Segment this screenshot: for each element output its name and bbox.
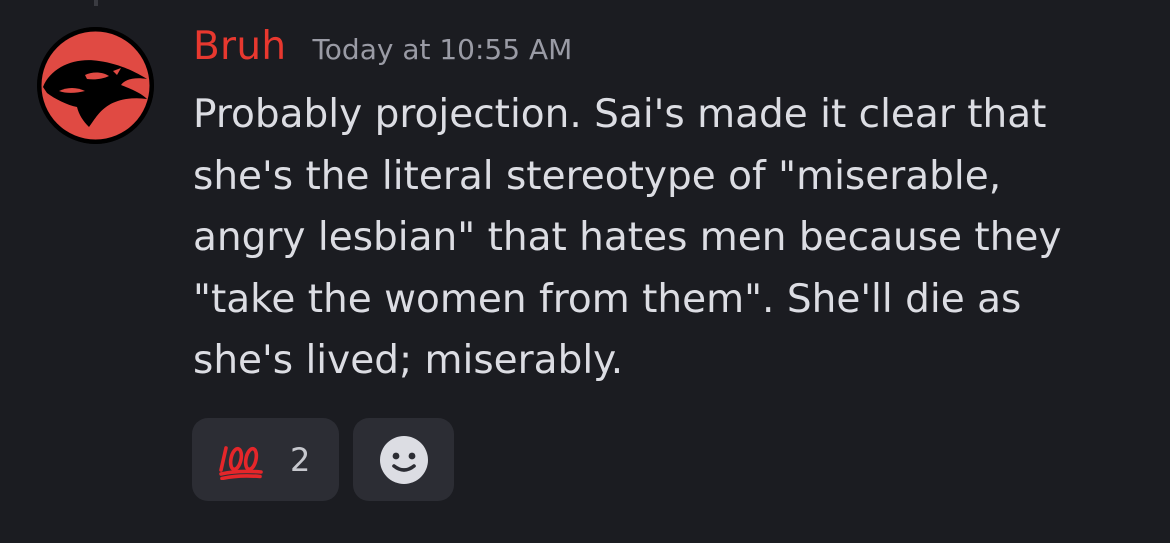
reaction-bar: 2 [192, 418, 454, 501]
reaction-count: 2 [290, 440, 311, 479]
author-name[interactable]: Bruh [193, 24, 286, 69]
message-view: Bruh Today at 10:55 AM Probably projecti… [0, 0, 1170, 543]
message-line: "take the women from them". She'll die a… [193, 276, 1022, 322]
message-body: Probably projection. Sai's made it clear… [193, 84, 1153, 392]
reaction-hundred-points[interactable]: 2 [192, 418, 339, 501]
message-timestamp: Today at 10:55 AM [312, 33, 573, 66]
message-line: she's lived; miserably. [193, 338, 624, 384]
message-line: angry lesbian" that hates men because th… [193, 215, 1062, 261]
message-line: she's the literal stereotype of "miserab… [193, 153, 1002, 199]
message-line: Probably projection. Sai's made it clear… [193, 92, 1047, 137]
divider-tick [94, 0, 98, 6]
message-header: Bruh Today at 10:55 AM [193, 24, 572, 74]
avatar[interactable] [37, 27, 154, 144]
hundred-points-emoji [218, 440, 264, 480]
thundercats-logo-icon [37, 27, 154, 144]
add-reaction-button[interactable] [353, 418, 454, 501]
add-reaction-smiley-icon [379, 435, 429, 485]
